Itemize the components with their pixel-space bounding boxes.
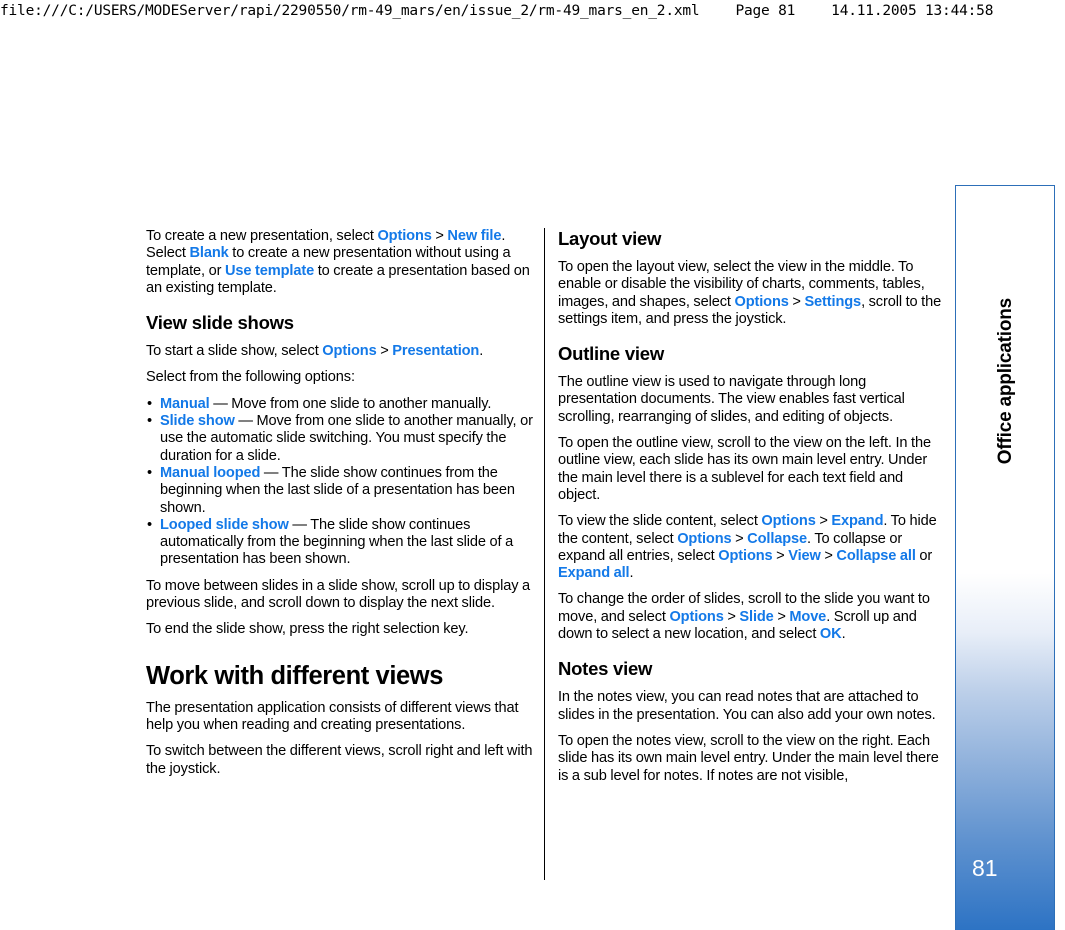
ui-term-move: Move [789,608,827,625]
paragraph-notes-view-intro: In the notes view, you can read notes th… [558,689,936,723]
menu-arrow: > [815,513,832,530]
chapter-side-tab: Office applications 81 [955,185,1055,930]
heading-outline-view: Outline view [558,343,664,365]
paragraph-outline-view-intro: The outline view is used to navigate thr… [558,374,905,425]
paragraph-layout-view: To open the layout view, select the view… [558,259,946,328]
bullet-icon: • [147,516,152,533]
document-page: To create a new presentation, select Opt… [0,0,1065,930]
two-column-layout: To create a new presentation, select Opt… [146,228,946,888]
paragraph-switch-views: To switch between the different views, s… [146,743,533,777]
text-segment: or [915,547,933,564]
ui-term-options: Options [677,530,732,547]
ui-term-options: Options [377,228,432,244]
ui-term-slide: Slide [739,608,774,625]
paragraph-open-outline-view: To open the outline view, scroll to the … [558,435,931,503]
ui-term-use-template: Use template [224,262,315,279]
bullet-term: Looped slide show [160,516,289,533]
bullet-icon: • [147,464,152,481]
paragraph-open-notes-view: To open the notes view, scroll to the vi… [558,732,939,784]
ui-term-new-file: New file [447,228,502,244]
ui-term-options: Options [718,547,773,564]
bullet-icon: • [147,395,152,412]
ui-term-options: Options [761,513,816,530]
list-item: • Manual looped — The slide show continue… [146,465,534,517]
menu-arrow: > [820,547,837,564]
list-item: • Slide show — Move from one slide to ano… [146,413,534,465]
side-tab-label: Office applications [995,297,1016,465]
bullet-term: Manual [160,395,210,412]
ui-term-options: Options [669,608,724,625]
paragraph-presentation-views: The presentation application consists of… [146,699,519,733]
menu-arrow: > [773,608,790,625]
ui-term-presentation: Presentation [392,343,480,360]
ui-term-collapse-all: Collapse all [836,547,916,564]
text-segment: . [479,343,484,360]
left-column: To create a new presentation, select Opt… [146,228,534,888]
ui-term-blank: Blank [189,245,229,262]
list-item: • Manual — Move from one slide to another… [146,396,534,413]
ui-term-settings: Settings [804,293,862,310]
ui-term-options: Options [734,293,789,310]
list-item: • Looped slide show — The slide show cont… [146,517,534,569]
text-segment: To create a new presentation, select [146,228,378,244]
menu-arrow: > [731,530,748,547]
ui-term-expand-all: Expand all [558,565,630,582]
slide-show-options-list: • Manual — Move from one slide to another… [146,396,534,569]
paragraph-move-between-slides: To move between slides in a slide show, … [146,577,531,612]
menu-arrow: > [723,608,740,625]
bullet-icon: • [147,413,152,430]
ui-term-options: Options [322,343,377,360]
ui-term-ok: OK [819,626,842,643]
heading-layout-view: Layout view [558,228,662,249]
menu-arrow: > [431,228,448,244]
bullet-term: Slide show [160,413,235,430]
paragraph-options-lead: Select from the following options: [146,369,355,386]
ui-term-view: View [788,547,821,564]
heading-notes-view: Notes view [558,658,653,680]
page-number: 81 [972,855,998,881]
right-column: Layout view To open the layout view, sel… [558,228,946,888]
text-segment: To view the slide content, select [558,513,762,530]
paragraph-view-slide-content: To view the slide content, select Option… [558,513,946,582]
menu-arrow: > [788,293,805,310]
ui-term-expand: Expand [831,513,884,530]
paragraph-start-slide-show: To start a slide show, select Options > … [146,343,534,360]
text-segment: . [841,626,846,643]
bullet-description: — Move from one slide to another manuall… [209,395,492,412]
side-tab-label-wrapper: Office applications [956,231,1054,531]
paragraph-end-slide-show: To end the slide show, press the right s… [146,621,469,638]
paragraph-change-slide-order: To change the order of slides, scroll to… [558,591,946,643]
bullet-term: Manual looped [160,464,261,481]
text-segment: . [629,565,634,582]
menu-arrow: > [376,343,393,360]
heading-view-slide-shows: View slide shows [146,312,294,334]
ui-term-collapse: Collapse [747,530,808,547]
paragraph-create-presentation: To create a new presentation, select Opt… [146,228,534,297]
menu-arrow: > [772,547,789,564]
text-segment: To start a slide show, select [146,343,323,360]
heading-work-with-different-views: Work with different views [146,661,443,690]
